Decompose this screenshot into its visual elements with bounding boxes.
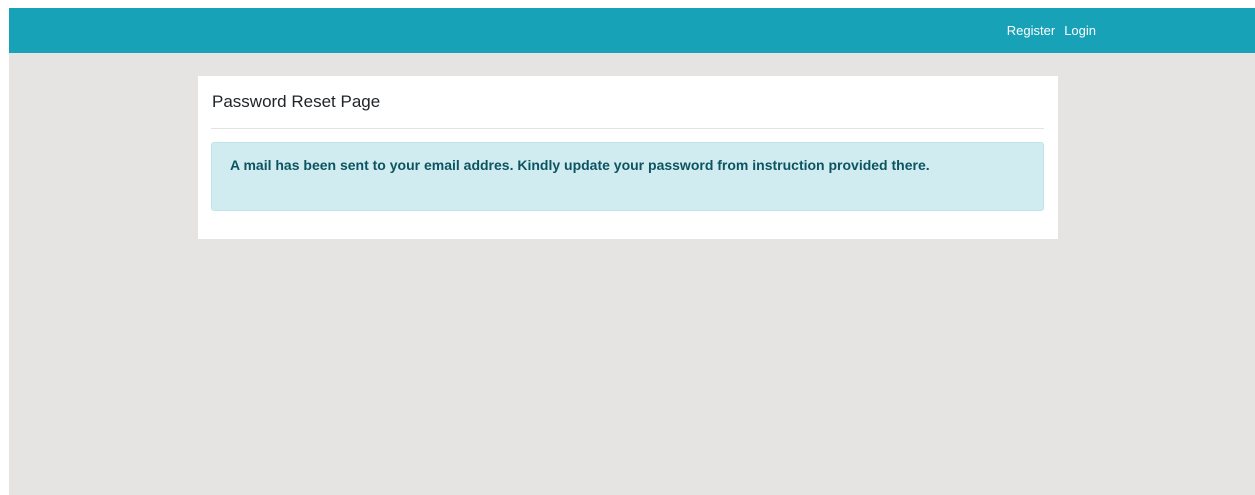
alert-message: A mail has been sent to your email addre… (230, 157, 930, 173)
top-navbar: Register Login (9, 8, 1255, 53)
register-link[interactable]: Register (1007, 23, 1055, 38)
page-viewport: Register Login Password Reset Page A mai… (9, 8, 1255, 495)
login-link[interactable]: Login (1064, 23, 1096, 38)
card-divider (211, 128, 1044, 129)
password-reset-card: Password Reset Page A mail has been sent… (198, 76, 1058, 239)
info-alert: A mail has been sent to your email addre… (211, 142, 1044, 211)
nav-links: Register Login (1007, 8, 1096, 53)
page-title: Password Reset Page (212, 92, 381, 111)
